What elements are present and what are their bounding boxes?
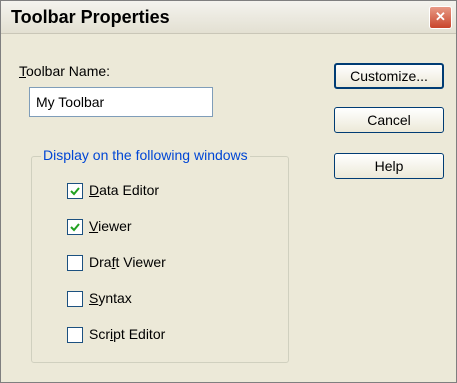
syntax-label: Syntax <box>89 290 132 306</box>
script-editor-checkbox[interactable] <box>67 327 83 343</box>
checkmark-icon <box>70 223 80 232</box>
checkmark-icon <box>70 187 80 196</box>
customize-button[interactable]: Customize... <box>334 63 444 89</box>
toolbar-name-input[interactable] <box>29 87 213 117</box>
help-button[interactable]: Help <box>334 153 444 179</box>
close-icon: ✕ <box>435 9 446 24</box>
close-button[interactable]: ✕ <box>429 6 452 29</box>
script-editor-label: Script Editor <box>89 326 166 342</box>
dialog-title: Toolbar Properties <box>11 7 170 27</box>
draft-viewer-checkbox[interactable] <box>67 255 83 271</box>
viewer-checkbox[interactable] <box>67 219 83 235</box>
data-editor-checkbox[interactable] <box>67 183 83 199</box>
display-windows-legend: Display on the following windows <box>41 147 250 163</box>
title-bar: Toolbar Properties ✕ <box>1 1 456 34</box>
viewer-label: Viewer <box>89 218 132 234</box>
cancel-button[interactable]: Cancel <box>334 107 444 133</box>
data-editor-label: Data Editor <box>89 182 160 198</box>
toolbar-name-label: Toolbar Name: <box>19 63 111 79</box>
draft-viewer-label: Draft Viewer <box>89 254 166 270</box>
syntax-checkbox[interactable] <box>67 291 83 307</box>
toolbar-properties-dialog: Toolbar Properties ✕ Toolbar Name: Custo… <box>0 0 457 383</box>
